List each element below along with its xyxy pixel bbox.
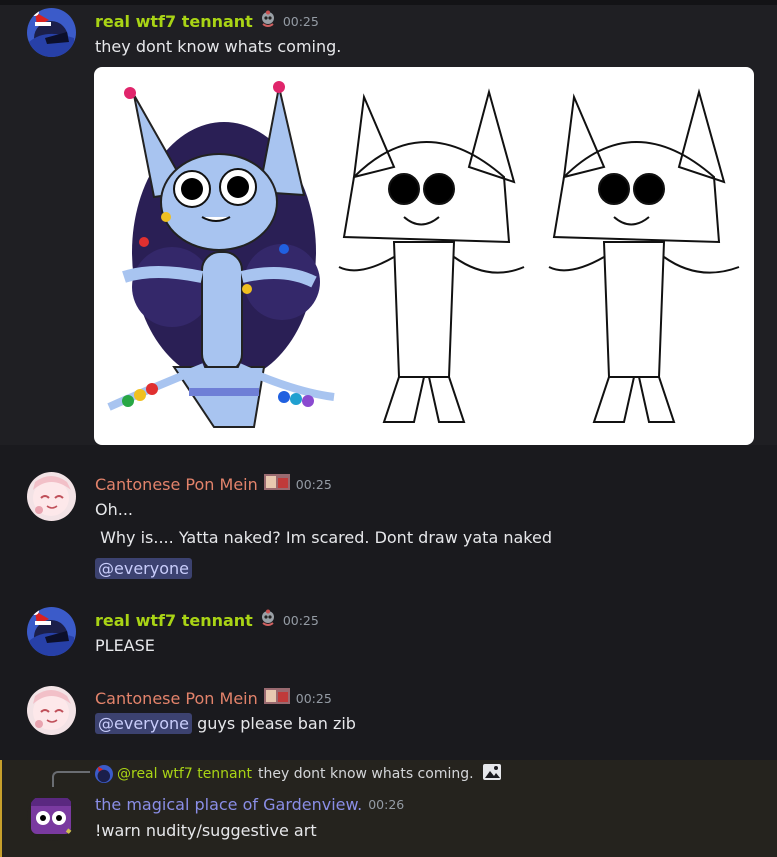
character-lineart-1: [338, 88, 525, 423]
timestamp: 00:25: [295, 476, 332, 492]
image-icon: [482, 763, 502, 785]
bot-avatar[interactable]: [27, 792, 76, 841]
message-header: real wtf7 tennant 00:25: [95, 10, 319, 32]
username[interactable]: the magical place of Gardenview.: [95, 795, 362, 814]
message-header: Cantonese Pon Mein 00:25: [95, 688, 332, 708]
timestamp: 00:25: [282, 13, 319, 29]
mention-everyone[interactable]: @everyone: [95, 713, 192, 734]
reply-connector: [52, 771, 90, 787]
reply-avatar: [95, 765, 113, 783]
message-1: real wtf7 tennant 00:25 they dont know w…: [0, 5, 777, 445]
timestamp: 00:25: [282, 612, 319, 628]
user-avatar[interactable]: [27, 472, 76, 521]
username[interactable]: real wtf7 tennant: [95, 12, 253, 31]
message-3: real wtf7 tennant 00:25 PLEASE: [0, 604, 777, 664]
image-attachment[interactable]: [94, 67, 754, 445]
message-body: guys please ban zib: [191, 714, 356, 733]
character-lineart-2: [548, 88, 740, 423]
message-line-2: Why is.... Yatta naked? Im scared. Dont …: [95, 528, 552, 547]
message-header: real wtf7 tennant 00:25: [95, 609, 319, 631]
reply-preview[interactable]: @real wtf7 tennant they dont know whats …: [95, 763, 502, 785]
reply-text: they dont know whats coming.: [258, 766, 474, 782]
username[interactable]: Cantonese Pon Mein: [95, 475, 258, 494]
username[interactable]: real wtf7 tennant: [95, 611, 253, 630]
message-line-1: Oh...: [95, 500, 133, 519]
user-avatar[interactable]: [27, 607, 76, 656]
message-4: Cantonese Pon Mein 00:25 @everyone guys …: [0, 683, 777, 743]
message-text: PLEASE: [95, 636, 155, 655]
message-2: Cantonese Pon Mein 00:25 Oh... Why is...…: [0, 468, 777, 588]
mention-everyone[interactable]: @everyone: [95, 558, 192, 579]
username[interactable]: Cantonese Pon Mein: [95, 689, 258, 708]
role-badge-icon: [259, 10, 277, 32]
role-badge-icon: [259, 609, 277, 631]
user-avatar[interactable]: [27, 686, 76, 735]
message-text: @everyone guys please ban zib: [95, 713, 356, 734]
role-badge-icon: [263, 474, 290, 494]
message-text: they dont know whats coming.: [95, 37, 342, 56]
message-header: the magical place of Gardenview. 00:26: [95, 795, 404, 814]
message-header: Cantonese Pon Mein 00:25: [95, 474, 332, 494]
message-text: !warn nudity/suggestive art: [95, 821, 317, 840]
timestamp: 00:26: [368, 797, 405, 812]
user-avatar[interactable]: [27, 8, 76, 57]
reply-author[interactable]: @real wtf7 tennant: [117, 766, 252, 782]
timestamp: 00:25: [295, 690, 332, 706]
character-colored: [107, 81, 335, 428]
role-badge-icon: [263, 688, 290, 708]
message-line-3: @everyone: [95, 558, 192, 579]
